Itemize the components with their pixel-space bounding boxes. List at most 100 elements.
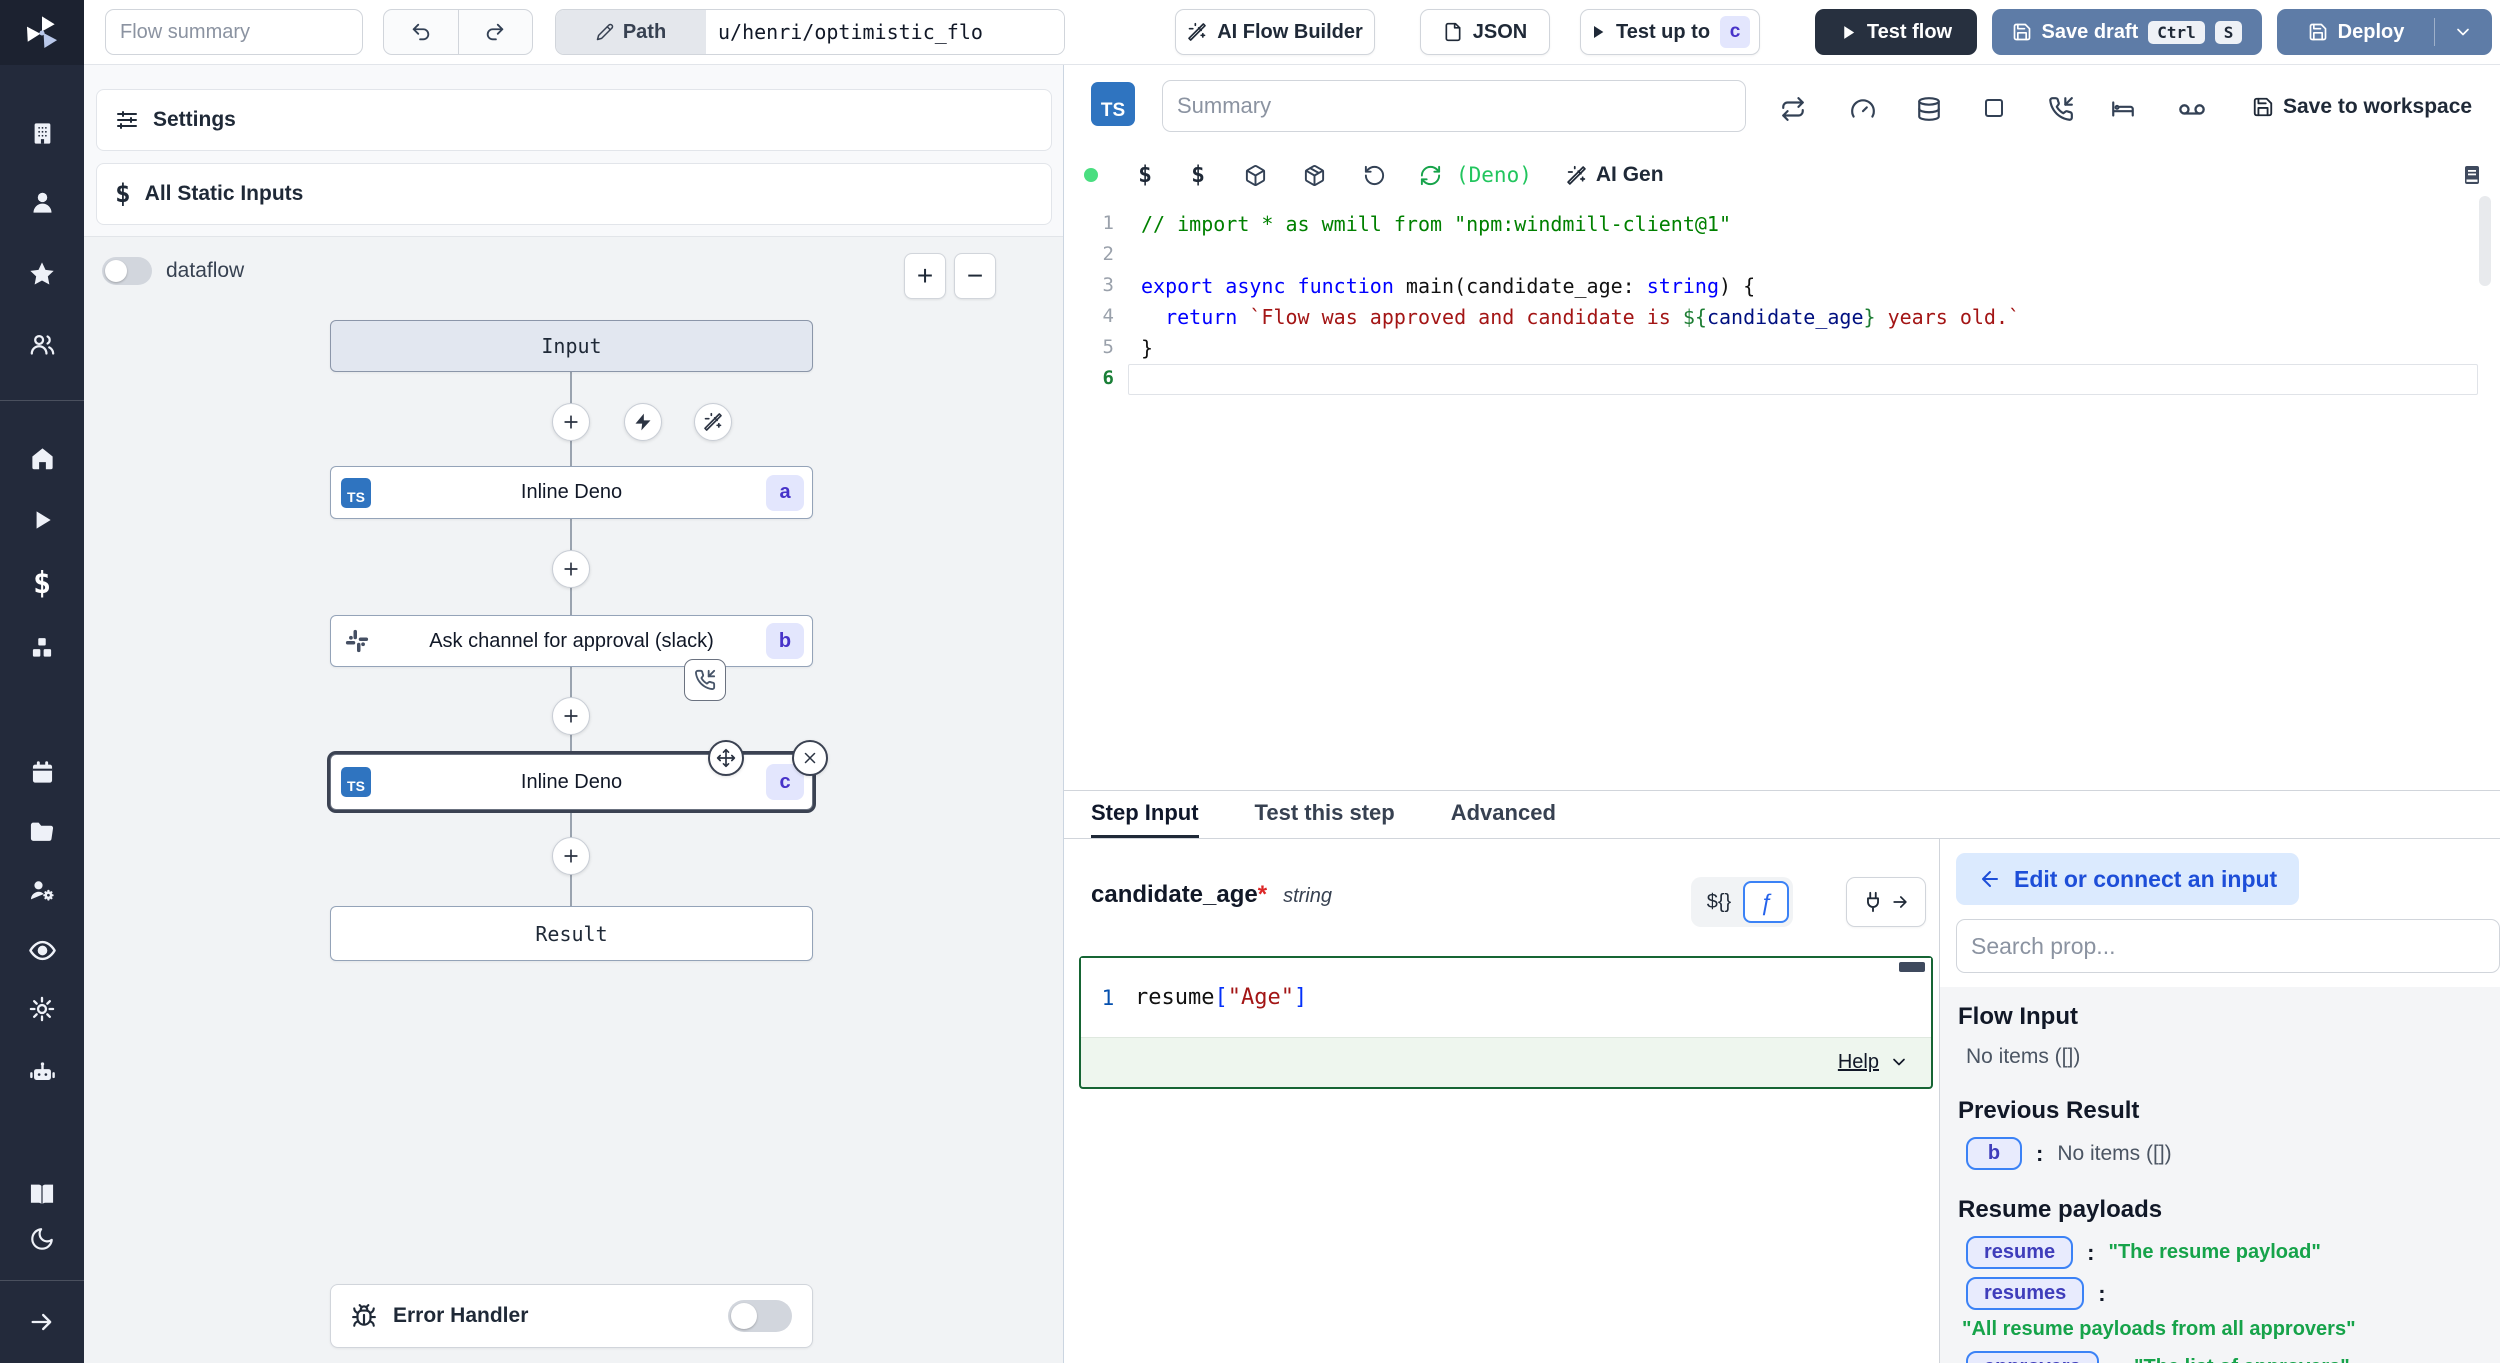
typescript-badge: TS	[341, 478, 371, 508]
line-number-5: 5	[1064, 336, 1114, 358]
step-summary-input[interactable]	[1162, 80, 1746, 132]
test-up-to-button[interactable]: Test up to c	[1580, 9, 1760, 55]
json-button[interactable]: JSON	[1420, 9, 1550, 55]
save-to-workspace-button[interactable]: Save to workspace	[2252, 95, 2472, 119]
sidebar-item-favorites[interactable]	[0, 252, 84, 296]
prop-pill-b[interactable]: b	[1966, 1137, 2022, 1170]
runtime-label[interactable]: (Deno)	[1456, 163, 1532, 187]
sidebar-item-users[interactable]	[0, 322, 84, 366]
sidebar-item-resources[interactable]	[0, 626, 84, 670]
sidebar-item-variables[interactable]: $	[0, 561, 84, 605]
prop-pill-resumes[interactable]: resumes	[1966, 1277, 2084, 1310]
sidebar-item-runs[interactable]	[0, 498, 84, 542]
insert-step-button-3[interactable]	[552, 697, 590, 735]
delete-node-button[interactable]	[792, 740, 828, 776]
expression-mode-button[interactable]: ƒ	[1743, 881, 1789, 923]
plus-icon	[561, 412, 581, 432]
tab-advanced[interactable]: Advanced	[1451, 791, 1556, 838]
reload-runtime-button[interactable]	[1404, 164, 1456, 187]
code-line-5: }	[1141, 336, 1153, 360]
play-icon-white	[1840, 24, 1857, 41]
insert-step-button[interactable]	[552, 403, 590, 441]
expression-editor[interactable]: 1 resume["Age"] Help	[1079, 956, 1933, 1089]
resume-payloads-title: Resume payloads	[1958, 1196, 2500, 1224]
sleep-button[interactable]	[2110, 96, 2136, 122]
library-button[interactable]	[2460, 163, 2484, 187]
sidebar-item-groups[interactable]	[0, 868, 84, 912]
deploy-dropdown-button[interactable]	[2435, 22, 2491, 42]
redo-button[interactable]	[459, 10, 533, 54]
square-icon	[1982, 96, 2006, 120]
sidebar-item-home[interactable]	[0, 436, 84, 480]
code-editor[interactable]: 1 2 3 4 5 6 // import * as wmill from "n…	[1064, 196, 2500, 790]
move-node-handle[interactable]	[708, 740, 744, 776]
search-prop-input[interactable]	[1956, 919, 2500, 973]
variable-picker-button[interactable]: $	[1120, 162, 1170, 188]
flow-node-step-a[interactable]: TS Inline Deno a	[330, 466, 813, 519]
early-stop-button[interactable]	[1850, 96, 1876, 122]
windmill-logo[interactable]	[0, 0, 84, 65]
sidebar-item-workspace[interactable]	[0, 111, 84, 155]
sidebar-item-workers[interactable]	[0, 987, 84, 1031]
error-handler-toggle[interactable]	[728, 1300, 792, 1332]
sidebar-item-ai-assistant[interactable]	[0, 1049, 84, 1093]
editor-scrollbar[interactable]	[2479, 196, 2491, 286]
shared-directory-button[interactable]	[2178, 96, 2206, 124]
test-flow-button[interactable]: Test flow	[1815, 9, 1977, 55]
phone-incoming-icon	[2048, 96, 2074, 122]
insert-trigger-button[interactable]	[624, 403, 662, 441]
sidebar-item-schedules[interactable]	[0, 750, 84, 794]
connect-input-button[interactable]	[1846, 877, 1926, 927]
insert-step-button-2[interactable]	[552, 550, 590, 588]
refresh-icon	[1419, 164, 1442, 187]
tab-test-this-step[interactable]: Test this step	[1255, 791, 1395, 838]
flow-settings-button[interactable]: Settings	[96, 89, 1052, 151]
edit-or-connect-back-button[interactable]: Edit or connect an input	[1956, 853, 2299, 905]
ai-gen-button[interactable]: AI Gen	[1566, 163, 1664, 187]
chevron-down-icon[interactable]	[1889, 1052, 1909, 1072]
flow-node-input[interactable]: Input	[330, 320, 813, 372]
template-mode-button[interactable]: ${}	[1695, 891, 1743, 914]
prop-pill-resume[interactable]: resume	[1966, 1236, 2073, 1269]
zoom-in-button[interactable]: +	[904, 253, 946, 299]
package-button[interactable]	[1226, 164, 1284, 187]
cache-button[interactable]	[1916, 96, 1942, 122]
retries-button[interactable]	[1780, 96, 1806, 122]
flow-summary-input[interactable]	[105, 9, 363, 55]
flow-graph-canvas[interactable]: dataflow + − Input TS	[84, 236, 1063, 1363]
dataflow-toggle[interactable]	[102, 257, 152, 285]
sidebar-item-folders[interactable]	[0, 810, 84, 854]
deploy-button[interactable]: Deploy	[2278, 21, 2434, 44]
reset-code-button[interactable]	[1344, 164, 1404, 187]
suspend-button[interactable]	[2048, 96, 2074, 122]
user-cog-icon	[28, 876, 56, 904]
tab-step-input[interactable]: Step Input	[1091, 791, 1199, 838]
folder-icon	[28, 818, 56, 846]
package-open-button[interactable]	[1284, 164, 1344, 187]
flow-node-step-b[interactable]: Ask channel for approval (slack) b	[330, 615, 813, 667]
plus-icon	[561, 559, 581, 579]
resource-picker-button[interactable]: $	[1170, 162, 1226, 188]
save-draft-button[interactable]: Save draft Ctrl S	[1992, 9, 2262, 55]
magic-wand-icon	[1566, 165, 1587, 186]
sidebar-item-audit-logs[interactable]	[0, 928, 84, 972]
sidebar-item-user[interactable]	[0, 180, 84, 224]
flow-node-result[interactable]: Result	[330, 906, 813, 961]
line-number-3: 3	[1064, 274, 1114, 296]
ai-flow-builder-button[interactable]: AI Flow Builder	[1175, 9, 1375, 55]
sidebar-item-theme[interactable]	[0, 1217, 84, 1261]
repeat-icon	[1780, 96, 1806, 122]
insert-step-button-4[interactable]	[552, 837, 590, 875]
zoom-out-button[interactable]: −	[954, 253, 996, 299]
sidebar-item-docs[interactable]	[0, 1172, 84, 1216]
undo-button[interactable]	[384, 10, 459, 54]
all-static-inputs-button[interactable]: $ All Static Inputs	[96, 163, 1052, 225]
insert-ai-step-button[interactable]	[694, 403, 732, 441]
chevron-down-icon	[2453, 22, 2473, 42]
path-input[interactable]	[706, 10, 1064, 54]
mock-button[interactable]	[1982, 96, 2006, 120]
help-link[interactable]: Help	[1838, 1051, 1879, 1074]
expression-code-row[interactable]: 1 resume["Age"]	[1081, 958, 1931, 1038]
prop-pill-approvers[interactable]: approvers	[1966, 1351, 2099, 1363]
sidebar-expand-button[interactable]	[0, 1300, 84, 1344]
